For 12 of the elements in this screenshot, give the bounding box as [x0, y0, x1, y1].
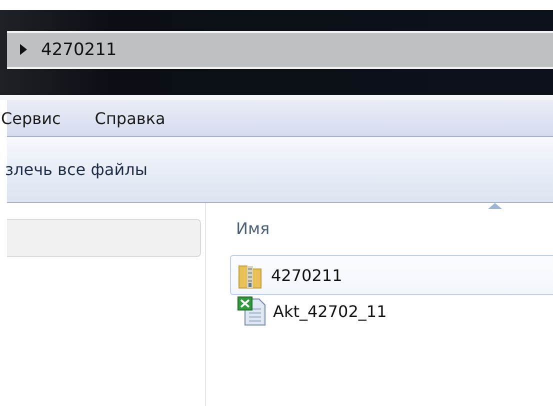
- spreadsheet-icon: [237, 295, 267, 327]
- menu-item[interactable]: Справка: [94, 108, 166, 128]
- menu-item[interactable]: Сервис: [1, 108, 61, 128]
- file-name: Akt_42702_11: [273, 302, 387, 320]
- address-bar[interactable]: 4270211: [7, 30, 553, 68]
- toolbar-button[interactable]: злечь все файлы: [5, 160, 148, 179]
- column-header[interactable]: Имя: [236, 219, 270, 238]
- chevron-icon[interactable]: [20, 44, 27, 55]
- breadcrumb[interactable]: 4270211: [41, 40, 117, 60]
- file-row[interactable]: 4270211: [230, 255, 553, 295]
- file-row[interactable]: Akt_42702_11: [230, 295, 553, 327]
- file-name: 4270211: [271, 266, 342, 284]
